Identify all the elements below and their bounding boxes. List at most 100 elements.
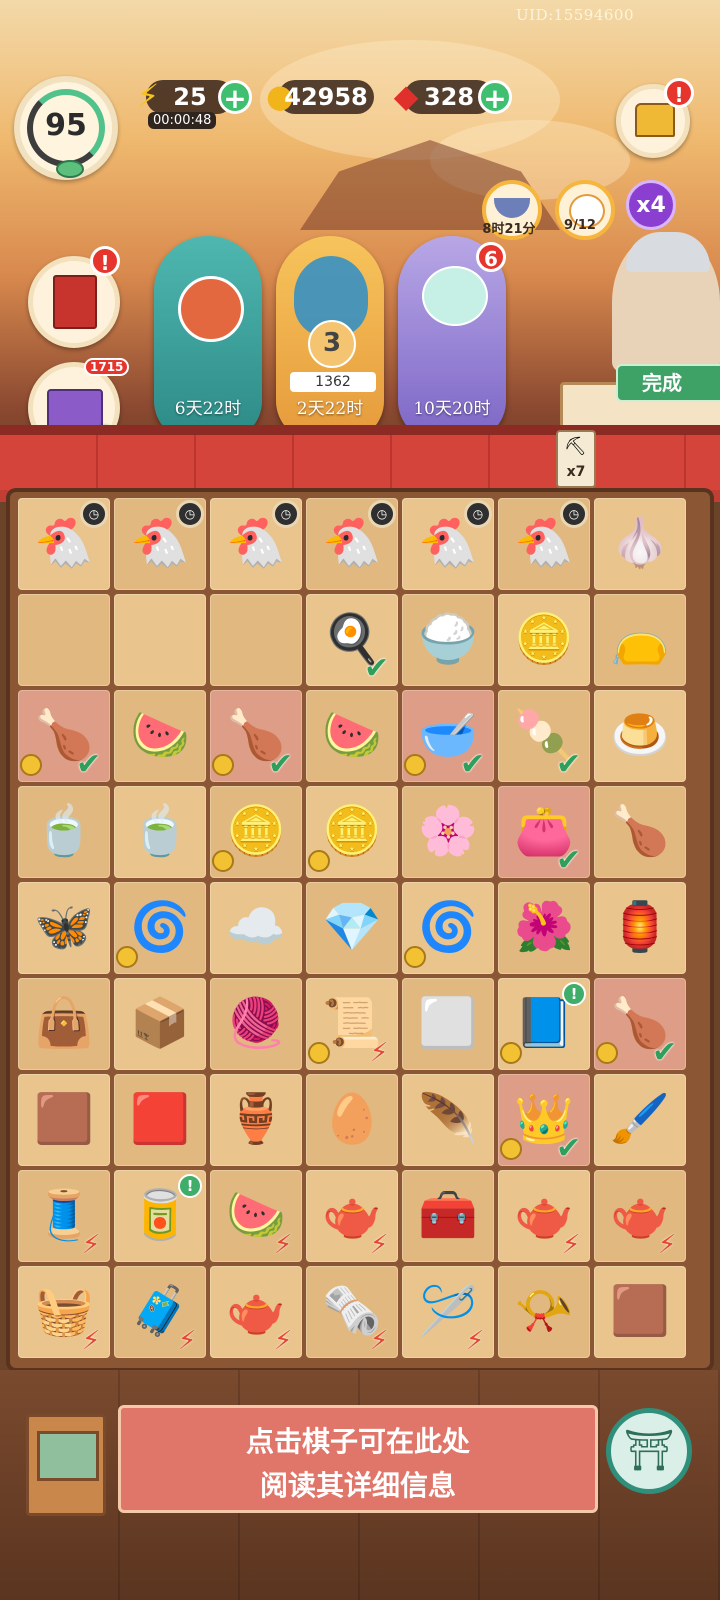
coin-marker-icon <box>212 850 234 872</box>
pavilion-settings-button[interactable]: ⛩ <box>606 1408 692 1494</box>
cabinet-button[interactable] <box>26 1414 106 1516</box>
energy-bolt-icon: ⚡ <box>562 1230 581 1260</box>
grandma-character[interactable] <box>612 232 720 372</box>
board-cell[interactable] <box>18 594 110 686</box>
cooldown-timer-icon: ◷ <box>176 500 204 528</box>
board-cell[interactable]: 🌀 <box>402 882 494 974</box>
board-cell[interactable]: 🍉 ⚡ <box>210 1170 302 1262</box>
energy-bolt-icon: ⚡ <box>370 1038 389 1068</box>
board-cell[interactable]: 🏮 <box>594 882 686 974</box>
board-cell[interactable]: 🍵 <box>18 786 110 878</box>
board-cell[interactable]: 🪡 ⚡ <box>402 1266 494 1358</box>
board-cell[interactable]: 📜 ⚡ <box>306 978 398 1070</box>
board-cell[interactable]: 🍵 <box>114 786 206 878</box>
board-cell[interactable] <box>210 594 302 686</box>
add-energy-button[interactable]: + <box>218 80 252 115</box>
board-cell[interactable]: 💎 <box>306 882 398 974</box>
event-card-peacock[interactable]: 3 1362 2天22时 <box>276 236 384 441</box>
board-cell[interactable] <box>114 594 206 686</box>
board-cell[interactable]: 👝 <box>594 594 686 686</box>
board-cell[interactable]: 🍳 ✔ <box>306 594 398 686</box>
event-card-points: 1362 <box>290 372 376 392</box>
board-cell[interactable]: 🏺 <box>210 1074 302 1166</box>
board-cell[interactable]: 🗞️ ⚡ <box>306 1266 398 1358</box>
board-cell[interactable]: 📦 <box>114 978 206 1070</box>
purple-bag-icon: 👜 <box>34 995 94 1051</box>
board-cell[interactable]: 🧵 ⚡ <box>18 1170 110 1262</box>
coin-marker-icon <box>500 1138 522 1160</box>
event-card-count: 3 <box>308 320 356 368</box>
board-cell[interactable]: 🦋 <box>18 882 110 974</box>
board-cell[interactable]: 🐔 ◷ <box>114 498 206 590</box>
board-cell[interactable]: 🌀 <box>114 882 206 974</box>
cooldown-timer-icon: ◷ <box>80 500 108 528</box>
board-cell[interactable]: 🟥 <box>114 1074 206 1166</box>
board-cell[interactable]: 🪙 <box>306 786 398 878</box>
board-cell[interactable]: 🪙 <box>210 786 302 878</box>
board-cell[interactable]: 🫖 ⚡ <box>498 1170 590 1262</box>
board-cell[interactable]: 🧄 <box>594 498 686 590</box>
item-info-panel: 点击棋子可在此处 阅读其详细信息 <box>118 1405 598 1513</box>
board-cell[interactable]: 🍗 ✔ <box>210 690 302 782</box>
board-cell[interactable]: 🍉 <box>306 690 398 782</box>
board-cell[interactable]: 🧺 ⚡ <box>18 1266 110 1358</box>
info-line-2: 阅读其详细信息 <box>259 1469 456 1502</box>
board-cell[interactable]: 🥚 <box>306 1074 398 1166</box>
board-cell[interactable]: 🥫! <box>114 1170 206 1262</box>
board-cell[interactable]: 🖌️ <box>594 1074 686 1166</box>
board-cell[interactable]: 🟫 <box>18 1074 110 1166</box>
board-cell[interactable]: 🍉 <box>114 690 206 782</box>
coin-marker-icon <box>308 850 330 872</box>
board-cell[interactable]: 🌺 <box>498 882 590 974</box>
board-cell[interactable]: 🍮 <box>594 690 686 782</box>
level-number: 95 <box>45 108 87 143</box>
coin-marker-icon <box>596 1042 618 1064</box>
event-card-badge: 6 <box>476 242 506 272</box>
multiplier-button[interactable]: x4 <box>626 180 676 230</box>
pickaxe-counter[interactable]: ⛏ x7 <box>556 430 596 488</box>
player-level-badge[interactable]: 95 <box>14 76 118 180</box>
board-cell[interactable]: 👜 <box>18 978 110 1070</box>
energy-bolt-icon: ⚡ <box>178 1326 197 1356</box>
board-cell[interactable]: ☁️ <box>210 882 302 974</box>
board-cell[interactable]: 🌸 <box>402 786 494 878</box>
board-cell[interactable]: 🫖 ⚡ <box>594 1170 686 1262</box>
board-cell[interactable]: 🫖 ⚡ <box>210 1266 302 1358</box>
checkmark-icon: ✔ <box>460 747 486 782</box>
board-cell[interactable]: 🍗 ✔ <box>594 978 686 1070</box>
board-cell[interactable]: 🧰 <box>402 1170 494 1262</box>
board-cell[interactable]: 🐔 ◷ <box>210 498 302 590</box>
board-cell[interactable]: 📘! <box>498 978 590 1070</box>
board-cell[interactable]: 🥣 ✔ <box>402 690 494 782</box>
complete-order-button[interactable]: 完成 <box>616 364 720 402</box>
bowl-icon <box>494 198 530 218</box>
board-cell[interactable]: 🪙 <box>498 594 590 686</box>
board-cell[interactable]: 🍡 ✔ <box>498 690 590 782</box>
event-card-timer: 10天20时 <box>413 399 491 419</box>
board-cell[interactable]: 🧶 <box>210 978 302 1070</box>
energy-bolt-icon: ⚡ <box>274 1230 293 1260</box>
awning-decoration <box>0 425 720 495</box>
board-cell[interactable]: 🍗 <box>594 786 686 878</box>
board-cell[interactable]: 🍚 <box>402 594 494 686</box>
green-alert-icon: ! <box>178 1174 202 1198</box>
board-cell[interactable]: 🍗 ✔ <box>18 690 110 782</box>
board-cell[interactable]: 📯 <box>498 1266 590 1358</box>
board-cell[interactable]: ⬜ <box>402 978 494 1070</box>
board-cell[interactable]: 🟫 <box>594 1266 686 1358</box>
board-cell[interactable]: 👛 ✔ <box>498 786 590 878</box>
board-cell[interactable]: 🪶 <box>402 1074 494 1166</box>
board-cell[interactable]: 👑 ✔ <box>498 1074 590 1166</box>
butterfly-hairpin-icon: 🦋 <box>34 899 94 955</box>
board-cell[interactable]: 🐔 ◷ <box>498 498 590 590</box>
board-cell[interactable]: 🐔 ◷ <box>402 498 494 590</box>
board-cell[interactable]: 🐔 ◷ <box>306 498 398 590</box>
event-card-red-panda[interactable]: 6天22时 <box>154 236 262 441</box>
board-cell[interactable]: 🧳 ⚡ <box>114 1266 206 1358</box>
board-cell[interactable]: 🫖 ⚡ <box>306 1170 398 1262</box>
add-gems-button[interactable]: + <box>478 80 512 115</box>
wooden-box-icon: 🟫 <box>610 1283 670 1339</box>
custard-bowl-icon: 🍮 <box>610 707 670 763</box>
board-cell[interactable]: 🐔 ◷ <box>18 498 110 590</box>
tea-cup-icon: 🍵 <box>130 803 190 859</box>
